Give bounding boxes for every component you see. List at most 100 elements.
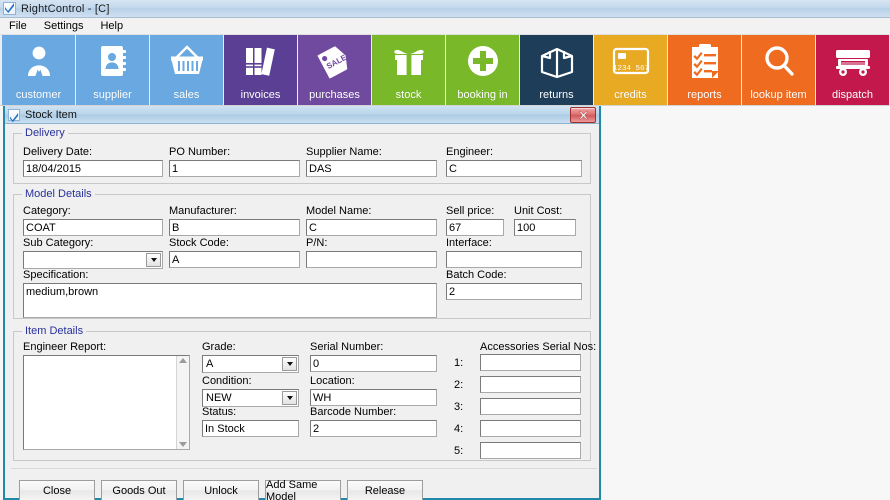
toolbar-button-returns[interactable]: returns [520,35,593,105]
toolbar-button-sales[interactable]: sales [150,35,223,105]
app-checkmark-icon [3,2,16,15]
toolbar-label: reports [687,89,722,101]
window-title: RightControl - [C] [21,2,110,15]
sale-tag-icon: SALE [314,40,356,82]
category-input[interactable] [23,219,163,236]
accessory-input-5[interactable] [480,442,581,459]
accessory-index-4: 4: [454,423,464,435]
location-label: Location: [310,375,355,387]
serial-number-label: Serial Number: [310,341,384,353]
manufacturer-input[interactable] [169,219,300,236]
specification-textarea[interactable] [23,283,437,318]
model-name-input[interactable] [306,219,437,236]
open-box-icon [536,40,578,82]
toolbar-button-customer[interactable]: customer [2,35,75,105]
release-button[interactable]: Release [347,480,423,500]
close-button[interactable]: Close [19,480,95,500]
add-same-model-button[interactable]: Add Same Model [265,479,341,500]
location-input[interactable] [310,389,437,406]
accessory-input-2[interactable] [480,376,581,393]
accessory-index-5: 5: [454,445,464,457]
toolbar-label: returns [539,89,574,101]
toolbar-button-supplier[interactable]: supplier [76,35,149,105]
grade-value: A [206,358,214,370]
basket-icon [166,40,208,82]
contact-card-icon [92,40,134,82]
accessories-serial-label: Accessories Serial Nos: [480,341,597,353]
model-details-group: Model Details Category: Manufacturer: Mo… [13,188,591,319]
toolbar-button-stock[interactable]: stock [372,35,445,105]
stock-item-dialog: Stock Item Delivery Delivery Date: PO Nu… [3,106,601,500]
toolbar-button-invoices[interactable]: invoices [224,35,297,105]
sub-category-combo[interactable] [23,251,163,269]
delivery-date-label: Delivery Date: [23,146,93,158]
svg-text:1234 567: 1234 567 [612,65,648,73]
barcode-number-label: Barcode Number: [310,406,397,418]
toolbar-label: supplier [93,89,132,101]
barcode-number-input[interactable] [310,420,437,437]
engineer-label: Engineer: [446,146,494,158]
chevron-down-icon[interactable] [282,391,297,405]
credit-card-icon: 1234 567 [610,40,652,82]
engineer-report-scrollbar[interactable] [176,356,189,449]
stock-code-label: Stock Code: [169,237,229,249]
goods-out-button[interactable]: Goods Out [101,480,177,500]
pn-label: P/N: [306,237,328,249]
dialog-close-button[interactable] [570,107,596,123]
toolbar-label: booking in [457,89,508,101]
accessory-index-1: 1: [454,357,464,369]
stock-code-input[interactable] [169,251,300,268]
toolbar-button-reports[interactable]: reports [668,35,741,105]
accessory-input-3[interactable] [480,398,581,415]
batch-code-input[interactable] [446,283,582,300]
engineer-input[interactable] [446,160,582,177]
dialog-checkmark-icon [8,108,20,122]
scroll-up-arrow-icon[interactable] [179,358,187,363]
chevron-down-icon[interactable] [282,357,297,371]
menu-item-help[interactable]: Help [92,19,131,33]
toolbar-label: lookup item [750,89,807,101]
toolbar-button-lookup-item[interactable]: lookup item [742,35,815,105]
chevron-down-icon[interactable] [146,253,161,267]
grade-combo[interactable]: A [202,355,299,373]
scroll-down-arrow-icon[interactable] [179,442,187,447]
accessory-index-3: 3: [454,401,464,413]
model-details-legend: Model Details [22,188,95,200]
toolbar-button-dispatch[interactable]: dispatch [816,35,889,105]
dialog-body: Delivery Delivery Date: PO Number: Suppl… [5,124,599,500]
delivery-group: Delivery Delivery Date: PO Number: Suppl… [13,127,591,184]
toolbar-label: purchases [309,89,360,101]
supplier-name-input[interactable] [306,160,437,177]
sell-price-input[interactable] [446,219,504,236]
condition-value: NEW [206,392,232,404]
accessory-input-4[interactable] [480,420,581,437]
unlock-button[interactable]: Unlock [183,480,259,500]
toolbar-button-purchases[interactable]: SALE purchases [298,35,371,105]
menu-item-file[interactable]: File [1,19,35,33]
menu-item-settings[interactable]: Settings [36,19,92,33]
model-name-label: Model Name: [306,205,372,217]
delivery-date-input[interactable] [23,160,163,177]
condition-combo[interactable]: NEW [202,389,299,407]
pn-input[interactable] [306,251,437,268]
accessory-index-2: 2: [454,379,464,391]
toolbar-button-credits[interactable]: 1234 567 credits [594,35,667,105]
po-number-label: PO Number: [169,146,231,158]
accessory-input-1[interactable] [480,354,581,371]
status-input[interactable] [202,420,299,437]
unit-cost-input[interactable] [514,219,576,236]
engineer-report-textarea[interactable] [23,355,190,450]
truck-icon [832,40,874,82]
engineer-report-label: Engineer Report: [23,341,107,353]
footer-divider [11,468,597,469]
serial-number-input[interactable] [310,355,437,372]
interface-input[interactable] [446,251,582,268]
specification-label: Specification: [23,269,89,281]
po-number-input[interactable] [169,160,300,177]
sell-price-label: Sell price: [446,205,495,217]
menu-bar: File Settings Help [0,18,890,35]
toolbar-button-booking-in[interactable]: booking in [446,35,519,105]
clipboard-check-icon [684,40,726,82]
gift-box-icon [388,40,430,82]
delivery-legend: Delivery [22,127,68,139]
